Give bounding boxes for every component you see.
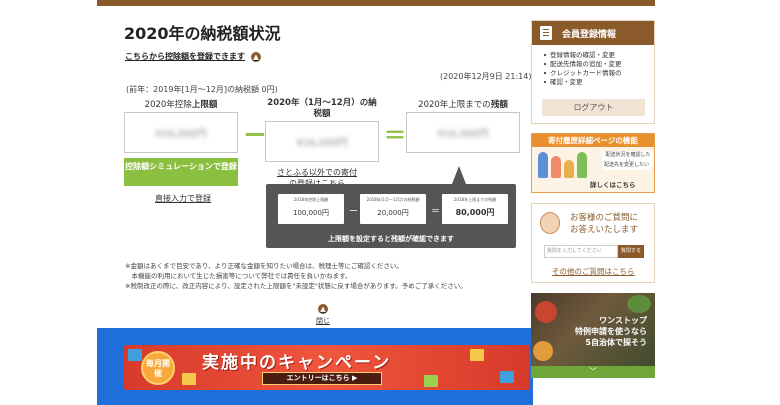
history-banner-title: 寄付履歴詳細ページの機能	[532, 134, 654, 147]
vegetable-image	[627, 295, 651, 313]
onestop-line: 5自治体で探そう	[585, 338, 647, 347]
member-link-card-cont[interactable]: 確認・変更	[544, 78, 646, 87]
member-link-shipping[interactable]: 配送先情報の追加・変更	[544, 60, 646, 69]
ask-question-button[interactable]: 質問する	[618, 245, 644, 258]
limit-tooltip: 2018年控除上限額 100,000円 ー 2018年(1月〜12月)の納税額 …	[266, 184, 516, 248]
remaining-header-prefix: 2020年上限までの	[418, 100, 491, 110]
register-deduction-link[interactable]: こちらから控除額を登録できます ▲	[125, 51, 261, 62]
paid-value-box: ¥16,000円	[265, 121, 379, 162]
top-brand-bar	[97, 0, 655, 6]
question-panel: お客様のご質問に お答えいたします 質問を入力してください 質問する その他のご…	[531, 203, 655, 283]
gift-icon	[500, 371, 514, 383]
remaining-value-box: ¥16,000円	[406, 112, 520, 153]
banner-title: 実施中のキャンペーン	[202, 353, 392, 373]
note-line: ※金額はあくまで目安であり、より正確な金額を知りたい場合は、税理士等にご確認くだ…	[125, 262, 403, 270]
tooltip-remaining-label: 2018年上限までの残額	[453, 197, 497, 202]
member-link-profile[interactable]: 登録情報の確認・変更	[544, 51, 646, 60]
equals-operator: ＝	[384, 124, 407, 149]
family-illustration	[538, 152, 587, 178]
question-title-line: お答えいたします	[570, 225, 639, 235]
tooltip-limit-box: 2018年控除上限額 100,000円	[278, 194, 344, 224]
gift-icon	[128, 349, 142, 361]
tooltip-arrow	[452, 166, 466, 184]
paid-value: ¥16,000円	[296, 138, 348, 149]
person-icon	[551, 156, 561, 178]
onestop-line: ワンストップ	[599, 316, 647, 325]
tooltip-minus: ー	[349, 207, 359, 217]
gift-icon	[424, 375, 438, 387]
remaining-value: ¥16,000円	[437, 129, 489, 140]
up-caret-icon: ▲	[251, 51, 261, 62]
up-caret-icon: ▲	[318, 304, 328, 314]
question-input[interactable]: 質問を入力してください	[544, 245, 618, 258]
tooltip-remaining-box: 2018年上限までの残額 80,000円	[442, 194, 508, 224]
direct-input-link[interactable]: 直接入力で登録	[155, 193, 211, 204]
tooltip-limit-value: 100,000円	[293, 209, 329, 217]
person-icon	[577, 152, 587, 178]
donation-history-banner[interactable]: 寄付履歴詳細ページの機能 配送状況を確認したい 配送先を変更したい 詳しくはこち…	[531, 133, 655, 193]
member-info-header: 会員登録情報	[532, 21, 654, 45]
logout-button[interactable]: ログアウト	[542, 99, 645, 116]
tooltip-paid-value: 20,000円	[377, 209, 409, 217]
onestop-banner[interactable]: ワンストップ 特例申請を使うなら 5自治体で探そう ﹀	[531, 293, 655, 378]
history-note-address: 配送先を変更したい	[602, 161, 652, 170]
member-info-panel: 会員登録情報 登録情報の確認・変更 配送先情報の追加・変更 クレジットカード情報…	[531, 20, 655, 124]
limit-header-bold: 上限額	[191, 100, 218, 110]
limit-value-box: ¥16,000円	[124, 112, 238, 153]
campaign-banner[interactable]: 毎月開催 実施中のキャンペーン エントリーはこちら ▶	[124, 345, 530, 390]
onestop-line: 特例申請を使うなら	[575, 327, 647, 336]
limit-column-header: 2020年控除上限額	[124, 98, 238, 110]
limit-header-prefix: 2020年控除	[144, 100, 192, 110]
chevron-down-icon[interactable]: ﹀	[531, 366, 655, 378]
tooltip-limit-label: 2018年控除上限額	[293, 197, 329, 202]
question-panel-title: お客様のご質問に お答えいたします	[570, 212, 638, 236]
note-line: ※税制改正の際に、改正内容により、設定された上限額を"未設定"状態に戻す場合があ…	[125, 282, 467, 290]
entry-button[interactable]: エントリーはこちら ▶	[262, 372, 382, 385]
support-avatar	[540, 212, 560, 234]
remaining-header-bold: 残額	[490, 100, 508, 110]
limit-value: ¥16,000円	[155, 129, 207, 140]
member-links: 登録情報の確認・変更 配送先情報の追加・変更 クレジットカード情報の 確認・変更	[532, 45, 654, 87]
tooltip-caption: 上限額を設定すると残額が確認できます	[328, 235, 454, 243]
tooltip-equals: ＝	[431, 207, 441, 217]
simulation-register-button[interactable]: 控除額シミュレーションで登録	[124, 158, 238, 186]
person-icon	[564, 160, 574, 178]
onestop-text: ワンストップ 特例申請を使うなら 5自治体で探そう	[547, 315, 647, 348]
paid-column-header: 2020年（1月〜12月）の納税額	[267, 98, 377, 119]
person-icon	[538, 152, 548, 178]
tooltip-paid-label: 2018年(1月〜12月)の納税額	[366, 197, 420, 202]
tooltip-paid-box: 2018年(1月〜12月)の納税額 20,000円	[360, 194, 426, 224]
tooltip-remaining-value: 80,000円	[455, 208, 495, 217]
question-title-line: お客様のご質問に	[570, 213, 639, 223]
previous-year-tax: (前年：2019年[1月〜12月]の納税額 0円)	[126, 85, 278, 94]
minus-operator: ー	[244, 124, 267, 149]
document-icon	[540, 26, 552, 40]
gift-icon	[182, 373, 196, 385]
remaining-column-header: 2020年上限までの残額	[406, 98, 520, 110]
member-info-title: 会員登録情報	[562, 29, 617, 40]
other-questions-link[interactable]: その他のご質問はこちら	[552, 266, 635, 277]
history-details-link: 詳しくはこちら	[590, 181, 636, 189]
updated-timestamp: (2020年12月9日 21:14)	[440, 72, 532, 81]
monthly-badge: 毎月開催	[141, 351, 175, 385]
register-link-label: こちらから控除額を登録できます	[125, 52, 245, 61]
page-title: 2020年の納税額状況	[124, 24, 281, 43]
note-line: 本機能の利用において生じた損害等について弊社では責任を負いかねます。	[125, 272, 352, 280]
gift-icon	[470, 349, 484, 361]
member-link-card[interactable]: クレジットカード情報の	[544, 69, 646, 78]
disclaimer-notes: ※金額はあくまで目安であり、より正確な金額を知りたい場合は、税理士等にご確認くだ…	[125, 261, 467, 291]
